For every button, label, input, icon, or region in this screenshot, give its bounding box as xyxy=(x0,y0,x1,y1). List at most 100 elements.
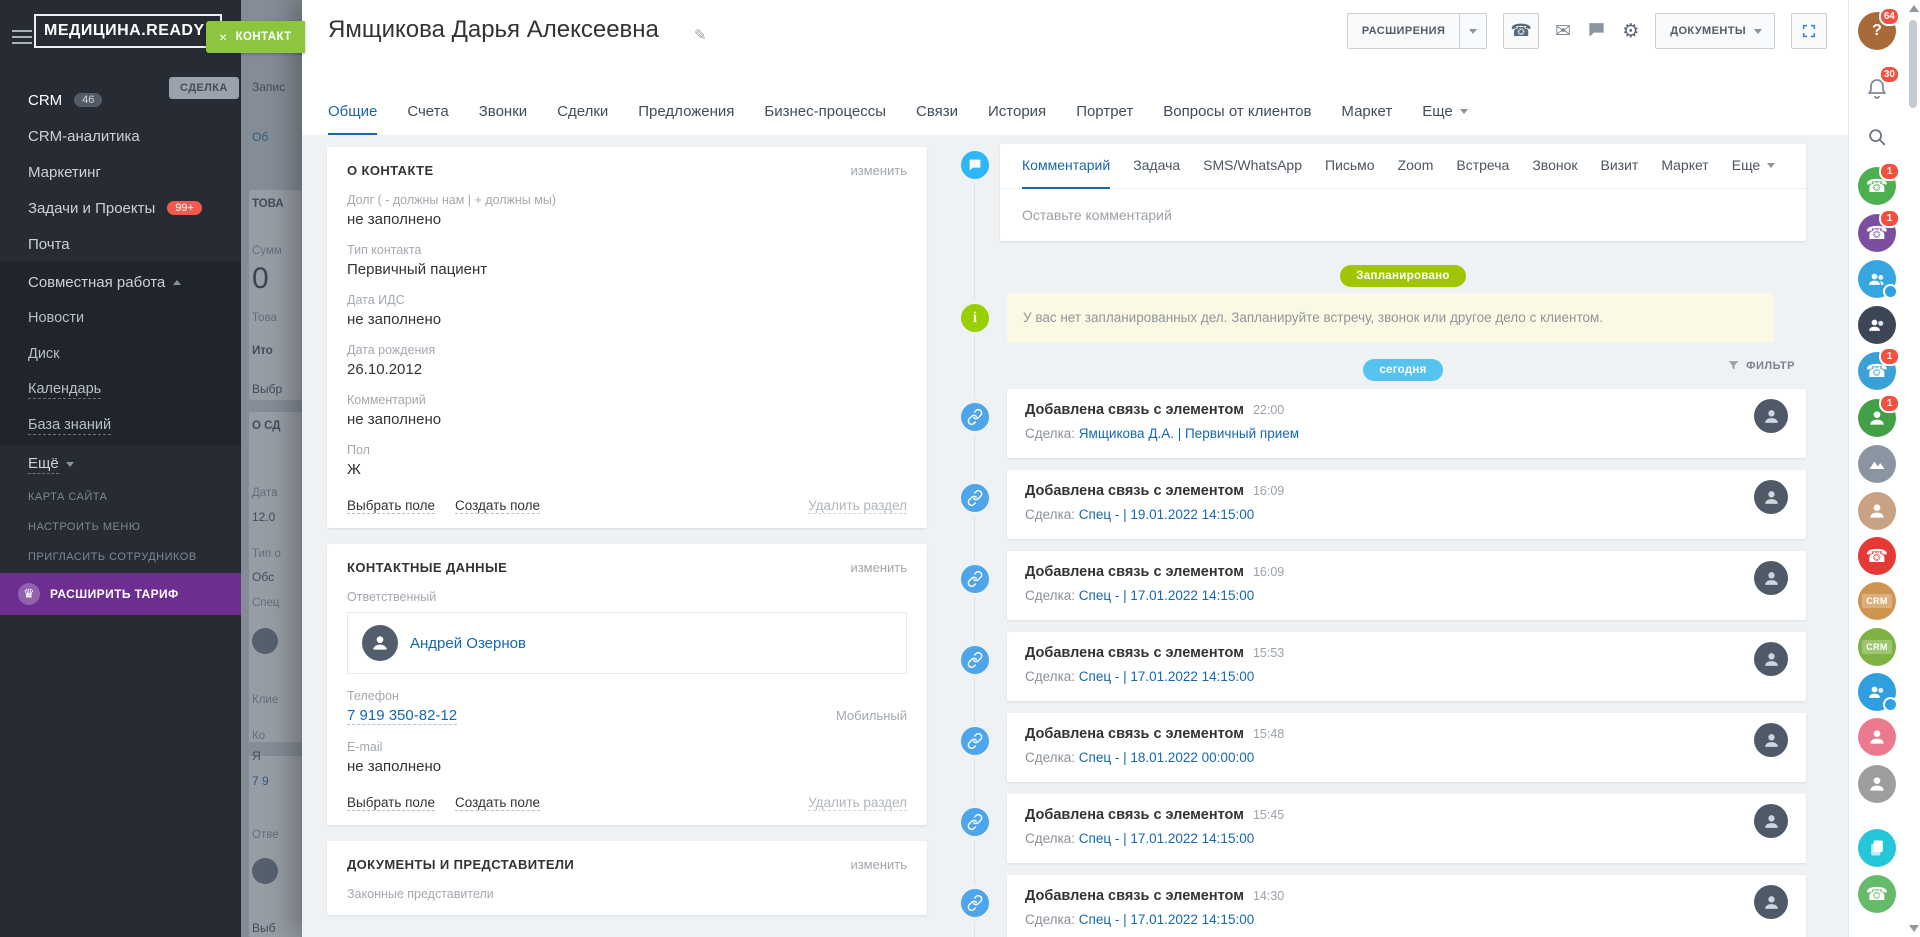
configure-menu-link[interactable]: НАСТРОИТЬ МЕНЮ xyxy=(0,512,241,542)
sidebar-item-more[interactable]: Ещё xyxy=(0,446,241,482)
responsible-avatar[interactable] xyxy=(362,625,398,661)
person-app-pink[interactable] xyxy=(1858,718,1896,756)
sitemap-link[interactable]: КАРТА САЙТА xyxy=(0,482,241,512)
activity-tab-visit[interactable]: Визит xyxy=(1601,143,1639,189)
edit-title-icon[interactable]: ✎ xyxy=(694,26,707,44)
avatar[interactable] xyxy=(1754,723,1788,757)
documents-app-teal[interactable] xyxy=(1858,829,1896,867)
timeline-entry-link[interactable]: Спец - | 17.01.2022 14:15:00 xyxy=(1079,588,1254,603)
delete-section-link[interactable]: Удалить раздел xyxy=(808,498,907,514)
crm-app-orange[interactable]: CRM xyxy=(1858,582,1896,620)
chat-icon[interactable] xyxy=(1587,20,1606,43)
activity-tab-zoom[interactable]: Zoom xyxy=(1398,143,1434,189)
timeline-entry-link[interactable]: Спец - | 19.01.2022 14:15:00 xyxy=(1079,507,1254,522)
tab-quotes[interactable]: Предложения xyxy=(638,89,734,135)
sidebar-item-tasks[interactable]: Задачи и Проекты 99+ xyxy=(0,190,241,226)
edit-link[interactable]: изменить xyxy=(850,857,907,872)
create-field-link[interactable]: Создать поле xyxy=(455,498,540,514)
notifications-button[interactable]: 30 xyxy=(1858,70,1896,108)
activity-tab-task[interactable]: Задача xyxy=(1133,143,1180,189)
contact-slider-close-button[interactable]: × КОНТАКТ xyxy=(206,21,305,53)
scrollbar-thumb[interactable] xyxy=(1909,20,1917,108)
tab-market[interactable]: Маркет xyxy=(1341,89,1392,135)
messenger-phone-green[interactable]: ☎ 1 xyxy=(1858,167,1896,205)
page-scrollbar[interactable] xyxy=(1907,0,1919,937)
tab-invoices[interactable]: Счета xyxy=(407,89,448,135)
invite-employees-link[interactable]: ПРИГЛАСИТЬ СОТРУДНИКОВ xyxy=(0,542,241,572)
phone-app-red[interactable]: ☎ xyxy=(1858,537,1896,575)
timeline-entry-link[interactable]: Ямщикова Д.А. | Первичный прием xyxy=(1079,426,1299,441)
messenger-phone-purple[interactable]: ☎ 1 xyxy=(1858,214,1896,252)
delete-section-link[interactable]: Удалить раздел xyxy=(808,795,907,811)
sidebar-item-mail[interactable]: Почта xyxy=(0,226,241,262)
tab-business-processes[interactable]: Бизнес-процессы xyxy=(764,89,886,135)
timeline-card[interactable]: Добавлена связь с элементом14:30 Сделка:… xyxy=(1007,875,1806,937)
tab-deals[interactable]: Сделки xyxy=(557,89,608,135)
call-button[interactable]: ☎ xyxy=(1503,13,1539,49)
tab-more[interactable]: Еще xyxy=(1422,89,1468,135)
scroll-down-arrow[interactable] xyxy=(1909,925,1919,932)
timeline-entry-link[interactable]: Спец - | 17.01.2022 14:15:00 xyxy=(1079,669,1254,684)
avatar[interactable] xyxy=(1754,399,1788,433)
timeline-card[interactable]: Добавлена связь с элементом16:09 Сделка:… xyxy=(1007,551,1806,620)
avatar-photo-2[interactable] xyxy=(1858,492,1896,530)
messenger-phone-teal[interactable]: ☎ 1 xyxy=(1858,352,1896,390)
timeline-card[interactable]: Добавлена связь с элементом22:00 Сделка:… xyxy=(1007,389,1806,458)
activity-tab-market[interactable]: Маркет xyxy=(1661,143,1708,189)
timeline-card[interactable]: Добавлена связь с элементом16:09 Сделка:… xyxy=(1007,470,1806,539)
person-app-grey[interactable] xyxy=(1858,765,1896,803)
tab-portrait[interactable]: Портрет xyxy=(1076,89,1133,135)
deal-slider-label[interactable]: СДЕЛКА xyxy=(169,77,239,99)
contact-person-green[interactable]: 1 xyxy=(1858,399,1896,437)
timeline-card[interactable]: Добавлена связь с элементом15:48 Сделка:… xyxy=(1007,713,1806,782)
activity-tab-meeting[interactable]: Встреча xyxy=(1456,143,1509,189)
tab-calls[interactable]: Звонки xyxy=(479,89,527,135)
chat-people-blue[interactable] xyxy=(1858,260,1896,298)
sidebar-item-disk[interactable]: Диск xyxy=(0,336,241,372)
sidebar-item-calendar[interactable]: Календарь xyxy=(0,372,241,408)
search-button[interactable] xyxy=(1858,118,1896,156)
sidebar-item-crm-analytics[interactable]: CRM-аналитика xyxy=(0,118,241,154)
fullscreen-button[interactable] xyxy=(1791,13,1827,49)
tab-client-questions[interactable]: Вопросы от клиентов xyxy=(1163,89,1311,135)
gear-icon[interactable]: ⚙ xyxy=(1622,22,1639,41)
documents-button[interactable]: ДОКУМЕНТЫ xyxy=(1655,13,1775,49)
edit-link[interactable]: изменить xyxy=(850,163,907,178)
activity-tab-more[interactable]: Еще xyxy=(1732,143,1776,189)
timeline-entry-link[interactable]: Спец - | 17.01.2022 14:15:00 xyxy=(1079,831,1254,846)
logo[interactable]: МЕДИЦИНА.READY xyxy=(34,14,222,48)
menu-toggle-icon[interactable] xyxy=(12,26,32,48)
sidebar-item-collaboration[interactable]: Совместная работа xyxy=(0,264,241,300)
tab-general[interactable]: Общие xyxy=(328,89,377,135)
chat-people-blue-2[interactable] xyxy=(1858,673,1896,711)
avatar[interactable] xyxy=(1754,480,1788,514)
mail-icon[interactable]: ✉ xyxy=(1555,22,1571,41)
select-field-link[interactable]: Выбрать поле xyxy=(347,498,435,514)
avatar[interactable] xyxy=(1754,642,1788,676)
avatar[interactable] xyxy=(1754,561,1788,595)
create-field-link[interactable]: Создать поле xyxy=(455,795,540,811)
select-field-link[interactable]: Выбрать поле xyxy=(347,795,435,811)
timeline-card[interactable]: Добавлена связь с элементом15:45 Сделка:… xyxy=(1007,794,1806,863)
phone-app-green-2[interactable]: ☎ xyxy=(1858,875,1896,913)
timeline-entry-link[interactable]: Спец - | 17.01.2022 14:15:00 xyxy=(1079,912,1254,927)
avatar[interactable] xyxy=(1754,804,1788,838)
sidebar-item-news[interactable]: Новости xyxy=(0,300,241,336)
scroll-up-arrow[interactable] xyxy=(1909,5,1919,12)
upgrade-plan-button[interactable]: ♛ РАСШИРИТЬ ТАРИФ xyxy=(0,573,241,615)
activity-tab-comment[interactable]: Комментарий xyxy=(1022,143,1110,189)
sidebar-item-knowledge-base[interactable]: База знаний xyxy=(0,408,241,444)
timeline-card[interactable]: Добавлена связь с элементом15:53 Сделка:… xyxy=(1007,632,1806,701)
avatar[interactable] xyxy=(1754,885,1788,919)
activity-tab-sms-whatsapp[interactable]: SMS/WhatsApp xyxy=(1203,143,1302,189)
edit-link[interactable]: изменить xyxy=(850,560,907,575)
support-button[interactable]: ? 64 xyxy=(1858,12,1896,50)
sidebar-item-marketing[interactable]: Маркетинг xyxy=(0,154,241,190)
tab-history[interactable]: История xyxy=(988,89,1046,135)
responsible-name-link[interactable]: Андрей Озернов xyxy=(410,635,526,652)
comment-input[interactable] xyxy=(1000,189,1806,241)
app-icon-dark[interactable] xyxy=(1858,306,1896,344)
extensions-dropdown-toggle[interactable] xyxy=(1459,14,1486,48)
planned-badge[interactable]: Запланировано xyxy=(1340,265,1466,287)
timeline-filter-button[interactable]: ФИЛЬТР xyxy=(1727,359,1795,372)
